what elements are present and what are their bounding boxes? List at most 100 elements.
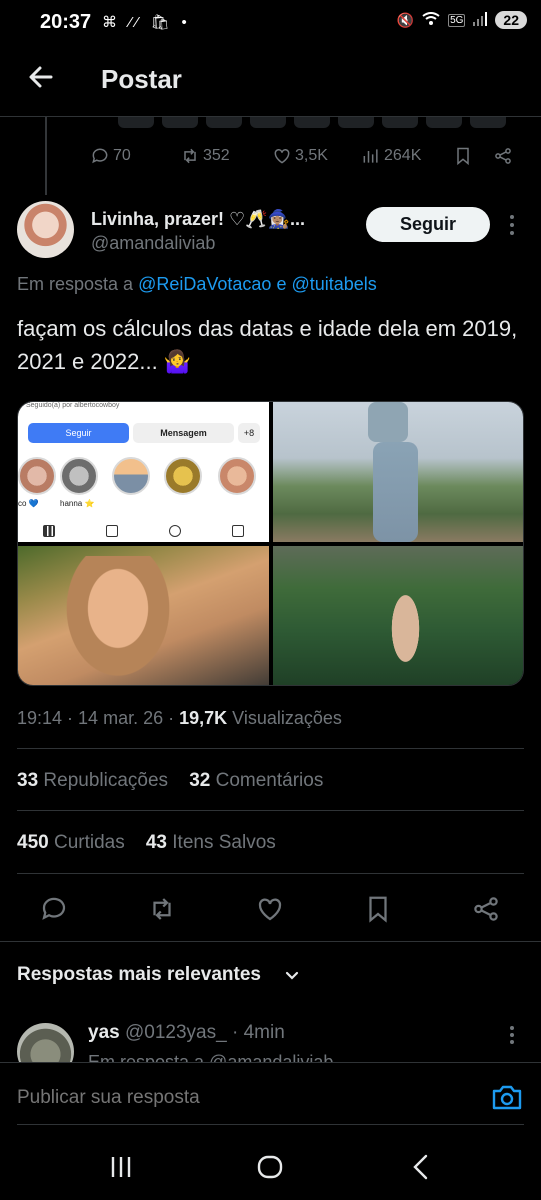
reply-handle[interactable]: @0123yas_ — [125, 1022, 227, 1043]
status-time: 20:37 — [40, 11, 92, 33]
ig-follow-button: Seguir — [28, 423, 129, 443]
comment-icon[interactable] — [39, 894, 69, 924]
tweet-date: 14 mar. 26 — [78, 708, 164, 728]
repost-icon — [184, 148, 196, 164]
back-arrow-icon[interactable] — [26, 62, 56, 92]
views-icon — [363, 149, 378, 163]
tweet-time: 19:14 — [17, 708, 63, 728]
network-type: 5G — [448, 13, 466, 27]
media-image-1[interactable]: Seguido(a) por albertocowboy Seguir Mens… — [18, 402, 269, 542]
tweet-media-grid: Seguido(a) por albertocowboy Seguir Mens… — [17, 401, 524, 686]
reposts-stat[interactable]: 33 Republicações — [17, 770, 168, 791]
ig-add-button: +8 — [238, 423, 260, 443]
reposts-count: 33 — [17, 770, 39, 791]
photo-figure-top — [368, 402, 408, 442]
repost-icon[interactable] — [147, 894, 177, 924]
back-icon[interactable] — [406, 1152, 436, 1182]
share-icon — [495, 148, 511, 164]
divider — [17, 873, 524, 874]
reply-header: yas @0123yas_ · 4min — [88, 1022, 285, 1044]
parent-views-count: 264K — [384, 147, 422, 164]
ig-reels-icon — [106, 525, 119, 537]
likes-label: Curtidas — [53, 832, 125, 853]
ig-story-1 — [18, 457, 56, 495]
bookmark-icon[interactable] — [363, 894, 393, 924]
ig-tab-bar — [18, 520, 269, 542]
mute-icon: 🔇 — [396, 11, 415, 28]
parent-reply-button[interactable]: 70 — [90, 146, 131, 166]
comments-count: 32 — [189, 770, 211, 791]
photo-figure-water — [388, 586, 423, 671]
signal-icon — [473, 11, 488, 29]
reply-context: Em resposta a @ReiDaVotacao e @tuitabels — [17, 274, 377, 295]
wifi-icon — [422, 11, 440, 29]
replies-sort-label[interactable]: Respostas mais relevantes — [17, 964, 261, 986]
stats-row-1: 33 Republicações 32 Comentários — [17, 770, 323, 792]
photo-face — [58, 556, 178, 685]
likes-count: 450 — [17, 832, 49, 853]
reply-display-name[interactable]: yas — [88, 1022, 120, 1043]
comment-icon — [92, 148, 108, 164]
reply-time: · 4min — [231, 1022, 285, 1043]
ig-grid-icon — [43, 525, 56, 537]
ig-story-label-2: hanna ⭐ — [60, 499, 95, 508]
ig-repost-icon — [168, 525, 181, 537]
comments-stat[interactable]: 32 Comentários — [189, 770, 323, 791]
more-options-icon[interactable] — [505, 212, 519, 238]
page-title: Postar — [101, 64, 182, 94]
system-nav-bar — [0, 1132, 541, 1200]
tweet-views-count: 19,7K — [179, 708, 228, 728]
share-icon[interactable] — [471, 894, 501, 924]
status-right: 🔇 5G 22 — [397, 11, 527, 29]
ig-story-4 — [164, 457, 202, 495]
media-image-4[interactable] — [273, 546, 523, 685]
parent-share-button[interactable] — [493, 146, 516, 166]
reply-and: e — [276, 274, 287, 294]
ig-message-button: Mensagem — [133, 423, 234, 443]
ig-story-5 — [218, 457, 256, 495]
divider — [17, 748, 524, 749]
parent-likes-count: 3,5K — [295, 147, 328, 164]
ig-story-3 — [112, 457, 150, 495]
heart-icon — [274, 148, 290, 164]
bookmark-icon — [457, 147, 469, 166]
author-avatar[interactable] — [17, 201, 74, 258]
composer-underline — [17, 1124, 524, 1125]
parent-like-button[interactable]: 3,5K — [272, 146, 328, 166]
media-image-3[interactable] — [18, 546, 269, 685]
author-display-name[interactable]: Livinha, prazer! ♡🥂🧙🏽‍♀️... — [91, 209, 336, 230]
ig-tagged-icon — [231, 525, 244, 537]
divider — [17, 810, 524, 811]
follow-button[interactable]: Seguir — [366, 207, 490, 242]
top-app-bar: Postar — [0, 48, 541, 114]
tweet-text: façam os cálculos das datas e idade dela… — [17, 316, 518, 374]
home-icon[interactable] — [255, 1152, 285, 1182]
ig-followed-by: Seguido(a) por albertocowboy — [26, 402, 120, 409]
status-notification-icons: ⌘ ⁄⁄ 🛍 • — [102, 14, 191, 31]
saves-stat[interactable]: 43 Itens Salvos — [146, 832, 276, 853]
author-handle[interactable]: @amandaliviab — [91, 233, 215, 254]
parent-views-button[interactable]: 264K — [361, 146, 421, 166]
likes-stat[interactable]: 450 Curtidas — [17, 832, 125, 853]
heart-icon[interactable] — [255, 894, 285, 924]
reply-input[interactable] — [17, 1087, 417, 1109]
parent-reposts-count: 352 — [203, 147, 230, 164]
parent-media-remnant — [118, 117, 506, 128]
chevron-down-icon[interactable] — [284, 968, 300, 984]
tweet-action-bar — [0, 890, 541, 930]
tweet-timestamp: 19:14 · 14 mar. 26 · 19,7K Visualizações — [17, 708, 342, 728]
media-image-2[interactable] — [273, 402, 523, 542]
reply-mention-1[interactable]: @ReiDaVotacao — [138, 274, 271, 294]
camera-icon[interactable] — [491, 1082, 523, 1112]
stats-row-2: 450 Curtidas 43 Itens Salvos — [17, 832, 276, 854]
battery-level: 22 — [495, 11, 527, 29]
reply-composer — [0, 1062, 541, 1128]
reply-more-icon[interactable] — [505, 1024, 519, 1046]
parent-bookmark-button[interactable] — [453, 146, 476, 166]
recent-apps-icon[interactable] — [106, 1152, 136, 1182]
ig-story-2 — [60, 457, 98, 495]
reply-mention-2[interactable]: @tuitabels — [291, 274, 376, 294]
parent-repost-button[interactable]: 352 — [180, 146, 230, 166]
section-divider — [0, 941, 541, 942]
parent-replies-count: 70 — [113, 147, 131, 164]
